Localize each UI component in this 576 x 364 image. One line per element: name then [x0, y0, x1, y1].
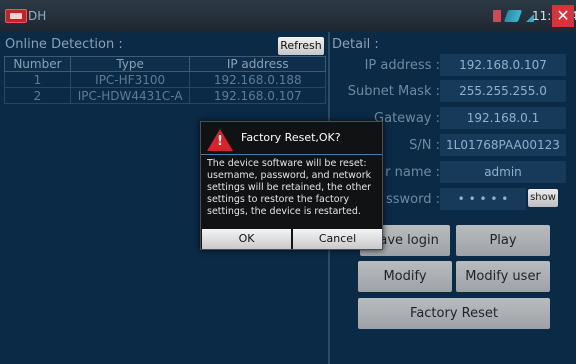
row-number: 1 [4, 71, 71, 88]
close-icon[interactable]: ✕ [552, 5, 574, 27]
table-row[interactable]: 1 IPC-HF3100 192.168.0.188 [4, 71, 326, 88]
show-password-button[interactable]: show [528, 189, 558, 207]
row-type: IPC-HF3100 [69, 71, 191, 88]
username-field[interactable]: admin [440, 161, 566, 183]
status-bar: DH 11:21:40 ✕ [0, 0, 576, 32]
ip-address-label: IP address : [364, 58, 440, 73]
factory-reset-dialog: Factory Reset,OK? The device software wi… [200, 121, 383, 250]
table-row[interactable]: 2 IPC-HDW4431C-A 192.168.0.107 [4, 87, 326, 104]
modify-user-button[interactable]: Modify user [456, 261, 550, 292]
app-logo-icon [5, 9, 27, 23]
ok-button[interactable]: OK [202, 229, 291, 249]
battery-icon [493, 10, 501, 22]
dialog-divider [201, 154, 382, 155]
online-detection-title: Online Detection : [5, 37, 123, 52]
row-ip: 192.168.0.188 [189, 71, 326, 88]
cancel-button[interactable]: Cancel [293, 229, 382, 249]
row-number: 2 [4, 87, 71, 104]
device-table: Number Type IP address 1 IPC-HF3100 192.… [4, 56, 326, 104]
row-type: IPC-HDW4431C-A [69, 87, 191, 104]
column-header-ip: IP address [189, 56, 326, 72]
dialog-title: Factory Reset,OK? [241, 131, 341, 144]
password-field[interactable]: • • • • • [440, 188, 526, 210]
gateway-field[interactable]: 192.168.0.1 [440, 107, 566, 129]
charging-icon [503, 10, 523, 22]
modify-network-button[interactable]: Modify network [358, 261, 452, 315]
column-header-type: Type [69, 56, 191, 72]
factory-reset-button[interactable]: Factory Reset [358, 298, 550, 329]
column-header-number: Number [4, 56, 71, 72]
serial-number-field: 1L01768PAA00123 [440, 134, 566, 156]
app-name: DH [28, 9, 47, 23]
subnet-mask-label: Subnet Mask : [347, 84, 440, 99]
detail-title: Detail : [332, 37, 379, 52]
ip-address-field[interactable]: 192.168.0.107 [440, 54, 566, 76]
dialog-message: The device software will be reset: usern… [207, 158, 372, 217]
play-button[interactable]: Play [456, 225, 550, 256]
subnet-mask-field[interactable]: 255.255.255.0 [440, 80, 566, 102]
row-ip: 192.168.0.107 [189, 87, 326, 104]
warning-icon [207, 129, 233, 151]
refresh-button[interactable]: Refresh [278, 37, 324, 55]
